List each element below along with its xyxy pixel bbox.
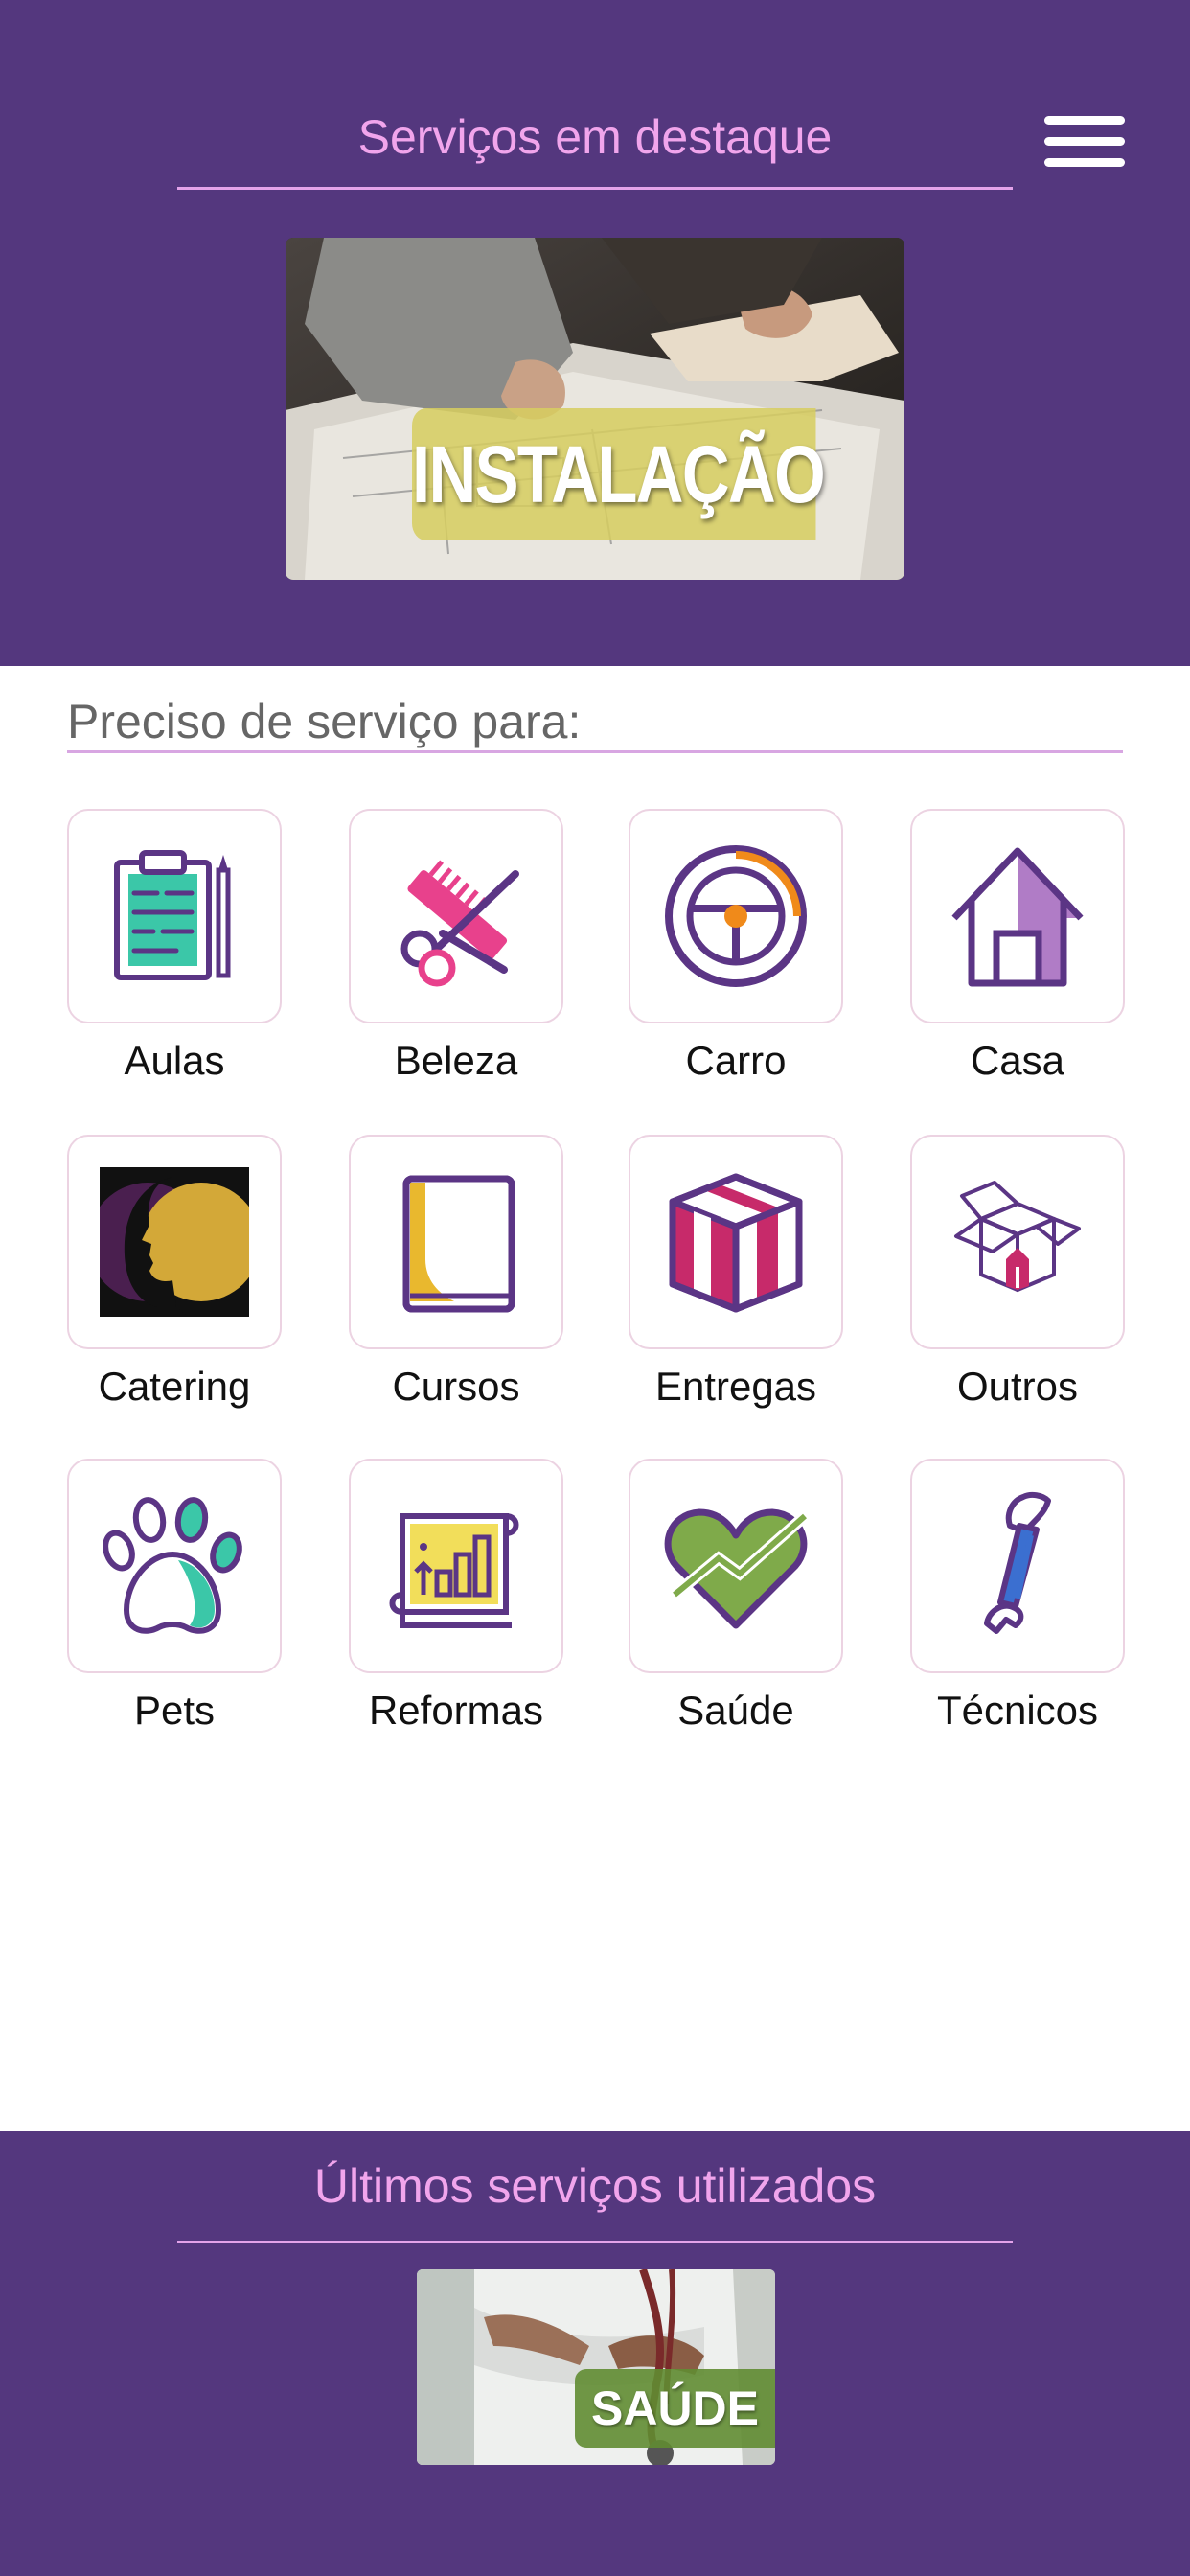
heart-pulse-icon xyxy=(664,1508,809,1629)
steering-wheel-icon xyxy=(665,845,807,987)
recent-services-section: Últimos serviços utilizados SAÚDE xyxy=(0,2131,1190,2576)
category-label: Aulas xyxy=(124,1038,225,1083)
category-catering[interactable]: Catering xyxy=(67,1135,349,1422)
featured-banner[interactable]: INSTALAÇÃO xyxy=(286,238,904,580)
scissors-comb-icon xyxy=(400,860,519,987)
featured-title: Serviços em destaque xyxy=(357,110,833,164)
category-tile-box xyxy=(67,1459,282,1673)
category-tile-box xyxy=(67,1135,282,1349)
category-entregas[interactable]: Entregas xyxy=(629,1135,910,1422)
category-tecnicos[interactable]: Técnicos xyxy=(910,1459,1190,1746)
category-label: Beleza xyxy=(394,1038,518,1083)
category-saude[interactable]: Saúde xyxy=(629,1459,910,1746)
category-tile-box xyxy=(910,1135,1125,1349)
category-label: Carro xyxy=(685,1038,787,1083)
category-aulas[interactable]: Aulas xyxy=(67,809,349,1096)
category-tile-box xyxy=(629,809,843,1024)
category-label: Casa xyxy=(970,1038,1065,1083)
category-label: Pets xyxy=(133,1688,216,1733)
clipboard-pencil-icon xyxy=(114,850,231,980)
category-outros[interactable]: Outros xyxy=(910,1135,1190,1422)
featured-header: Serviços em destaque INSTALAÇÃO xyxy=(0,0,1190,666)
category-label: Técnicos xyxy=(936,1688,1099,1733)
category-carro[interactable]: Carro xyxy=(629,809,910,1096)
category-tile-box xyxy=(910,809,1125,1024)
recent-services-underline xyxy=(177,2241,1013,2243)
categories-title: Preciso de serviço para: xyxy=(67,695,582,748)
recent-services-title: Últimos serviços utilizados xyxy=(313,2159,877,2213)
categories-title-underline xyxy=(67,750,1123,753)
blueprint-chart-icon xyxy=(389,1513,519,1628)
hamburger-menu-icon[interactable] xyxy=(1044,113,1125,171)
category-tile-box xyxy=(349,1459,563,1673)
featured-banner-label: INSTALAÇÃO xyxy=(412,408,826,540)
paw-icon xyxy=(103,1497,242,1634)
category-tile-box xyxy=(910,1459,1125,1673)
wrench-icon xyxy=(984,1491,1051,1634)
category-label: Outros xyxy=(956,1364,1079,1409)
category-tile-box xyxy=(349,1135,563,1349)
book-icon xyxy=(402,1175,515,1313)
category-pets[interactable]: Pets xyxy=(67,1459,349,1746)
category-casa[interactable]: Casa xyxy=(910,809,1190,1096)
face-silhouette-icon xyxy=(100,1167,249,1317)
category-tile-box xyxy=(629,1135,843,1349)
category-reformas[interactable]: Reformas xyxy=(349,1459,630,1746)
category-label: Reformas xyxy=(368,1688,544,1733)
recent-service-label: SAÚDE xyxy=(575,2369,775,2448)
category-tile-box xyxy=(629,1459,843,1673)
category-beleza[interactable]: Beleza xyxy=(349,809,630,1096)
category-tile-box xyxy=(349,809,563,1024)
category-label: Entregas xyxy=(654,1364,817,1409)
category-label: Catering xyxy=(98,1364,251,1409)
package-box-icon xyxy=(669,1173,803,1313)
house-icon xyxy=(951,847,1084,987)
recent-service-card[interactable]: SAÚDE xyxy=(417,2269,775,2465)
category-tile-box xyxy=(67,809,282,1024)
featured-title-underline xyxy=(177,187,1013,190)
category-label: Cursos xyxy=(392,1364,520,1409)
open-box-icon xyxy=(954,1181,1081,1292)
category-label: Saúde xyxy=(677,1688,794,1733)
category-cursos[interactable]: Cursos xyxy=(349,1135,630,1422)
